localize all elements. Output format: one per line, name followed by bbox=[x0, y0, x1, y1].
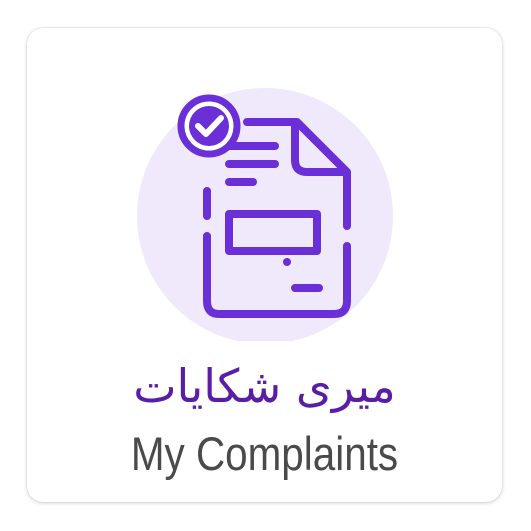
complaint-document-check-icon bbox=[137, 66, 397, 341]
screen: میری شکایات My Complaints bbox=[0, 0, 531, 531]
tile-title-english: My Complaints bbox=[130, 427, 399, 480]
my-complaints-tile[interactable]: میری شکایات My Complaints bbox=[27, 28, 502, 502]
tile-title-urdu: میری شکایات bbox=[133, 359, 396, 413]
